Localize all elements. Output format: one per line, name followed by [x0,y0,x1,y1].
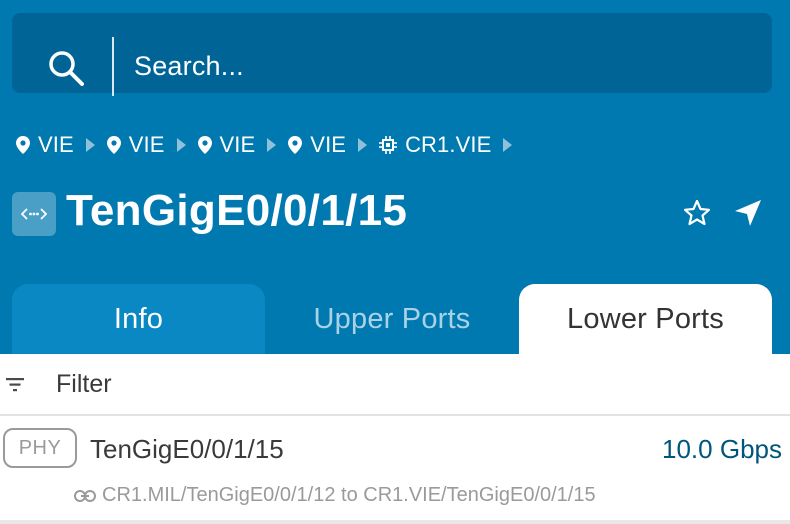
location-pin-icon [197,136,212,154]
lower-ports-panel: Filter PHY TenGigE0/0/1/15 10.0 Gbps CR1… [0,354,790,524]
breadcrumb-item[interactable]: VIE [288,132,368,158]
breadcrumb-item[interactable]: CR1.VIE [379,132,513,158]
navigate-icon[interactable] [733,198,763,228]
star-icon[interactable] [682,198,712,228]
breadcrumb: VIE VIE VIE VIE CR1.VIE [16,130,524,160]
search-icon[interactable] [48,50,84,91]
tab-bar: Info Upper Ports Lower Ports [0,284,790,354]
chevron-right-icon [503,138,513,152]
breadcrumb-label: VIE [219,132,256,157]
filter-label[interactable]: Filter [56,370,112,399]
title-row: TenGigE0/0/1/15 [12,186,782,242]
chevron-right-icon [176,138,186,152]
list-item[interactable]: PHY TenGigE0/0/1/15 10.0 Gbps CR1.MIL/Te… [0,416,790,524]
location-pin-icon [288,136,303,154]
breadcrumb-label: VIE [128,132,165,157]
breadcrumb-item[interactable]: VIE [16,132,95,158]
breadcrumb-item[interactable]: VIE [106,132,186,158]
search-bar[interactable]: Search... [12,13,772,96]
tab-upper-ports[interactable]: Upper Ports [265,284,519,354]
link-icon [74,490,96,502]
filter-bar[interactable]: Filter [0,354,790,414]
tab-lower-ports[interactable]: Lower Ports [519,284,772,354]
port-link-description[interactable]: CR1.MIL/TenGigE0/0/1/12 to CR1.VIE/TenGi… [102,484,596,507]
breadcrumb-label: VIE [310,132,347,157]
page-title: TenGigE0/0/1/15 [66,186,408,235]
divider [0,520,790,524]
port-name[interactable]: TenGigE0/0/1/15 [90,434,284,465]
port-type-badge: PHY [3,428,77,468]
app-header: Search... VIE VIE VIE VIE CR1.VIE TenGig… [0,0,790,354]
port-speed: 10.0 Gbps [662,434,782,464]
port-icon [12,192,56,236]
filter-icon[interactable] [6,378,24,392]
location-pin-icon [16,136,30,154]
search-input[interactable]: Search... [134,51,244,82]
search-divider [112,37,114,96]
tab-info[interactable]: Info [12,284,265,354]
breadcrumb-label: CR1.VIE [405,132,492,157]
breadcrumb-item[interactable]: VIE [197,132,277,158]
chip-icon [379,136,398,154]
chevron-right-icon [267,138,277,152]
chevron-right-icon [85,138,95,152]
breadcrumb-label: VIE [38,132,74,157]
location-pin-icon [106,136,121,154]
chevron-right-icon [358,138,368,152]
